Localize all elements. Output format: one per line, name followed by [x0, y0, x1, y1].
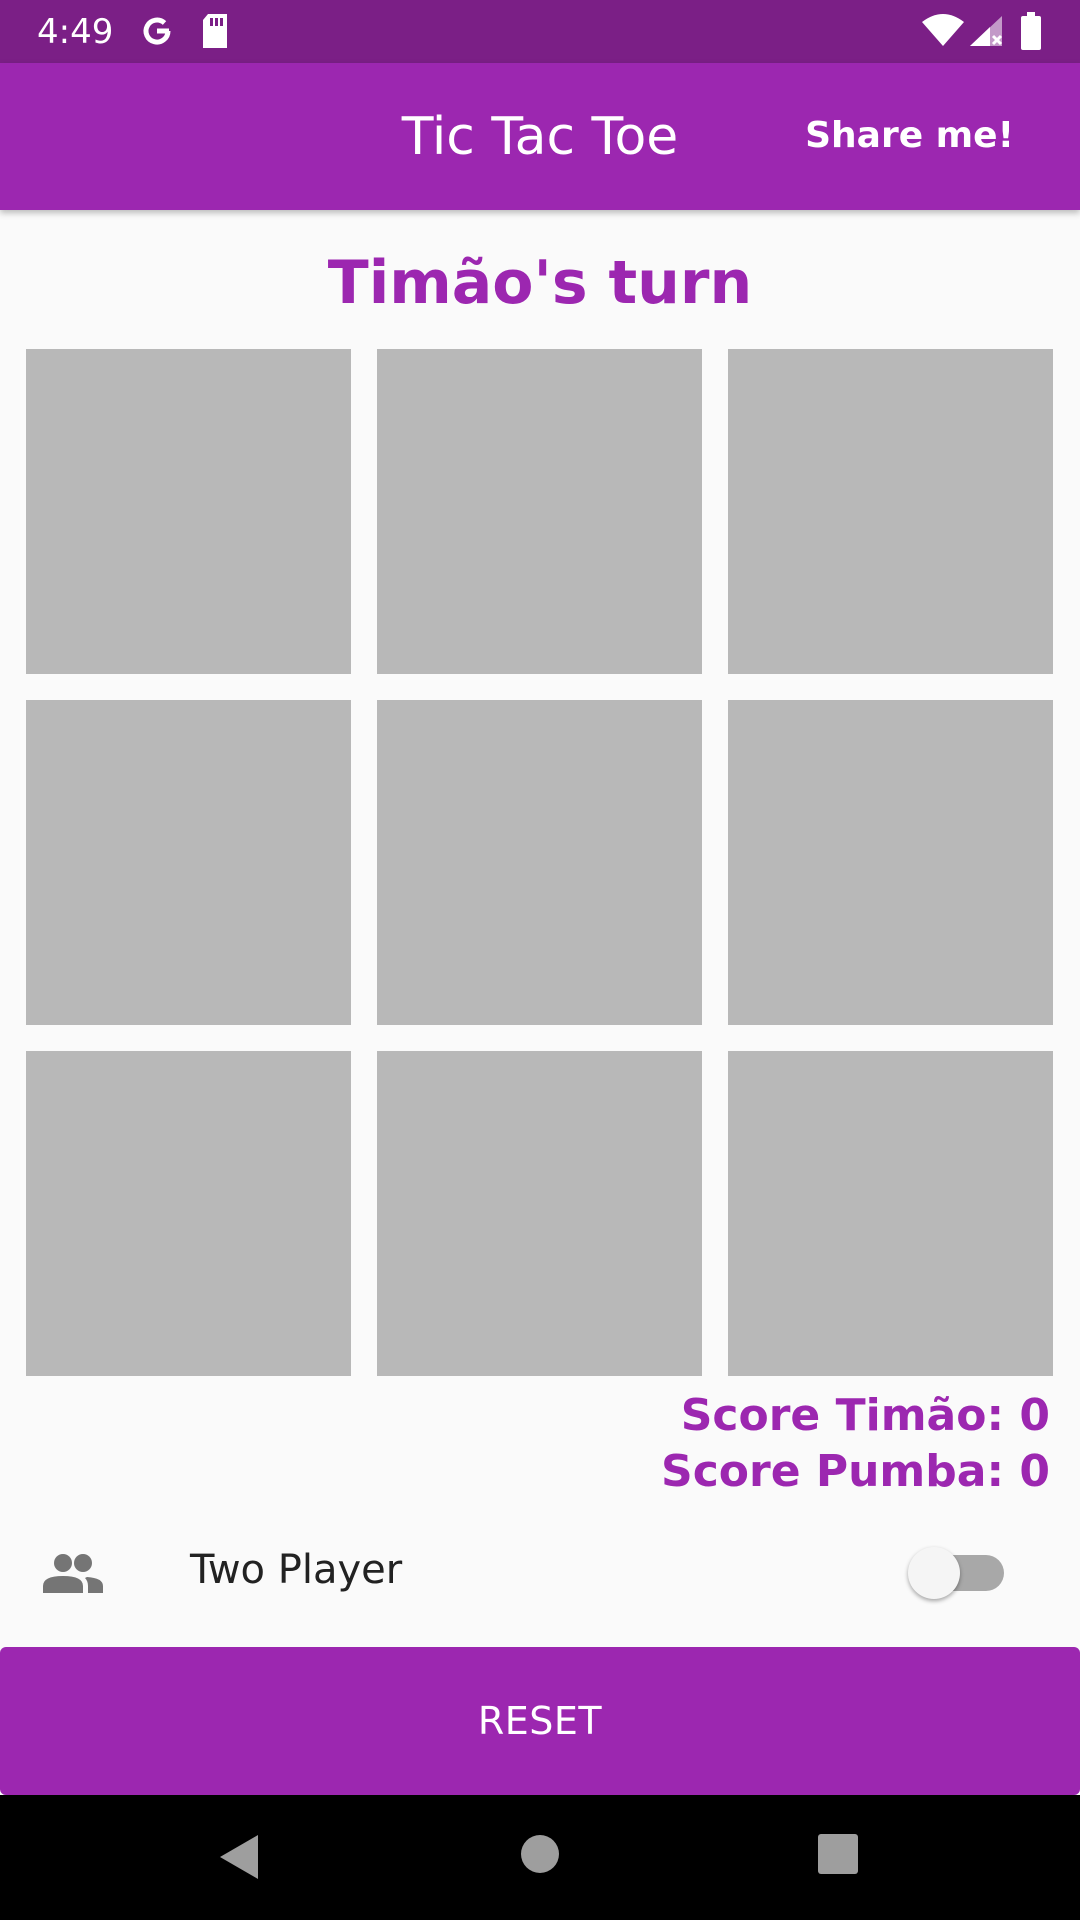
turn-indicator: Timão's turn	[327, 248, 753, 318]
app-bar: Tic Tac Toe Share me!	[0, 63, 1080, 210]
back-icon[interactable]	[218, 1833, 260, 1886]
score-player-one: Score Timão: 0	[680, 1390, 1050, 1441]
navigation-bar	[0, 1795, 1080, 1920]
google-g-icon	[138, 12, 176, 55]
share-button[interactable]: Share me!	[805, 115, 1014, 156]
score-player-two: Score Pumba: 0	[661, 1446, 1050, 1497]
two-player-switch[interactable]	[908, 1545, 1008, 1601]
board-cell-9[interactable]	[728, 1051, 1053, 1376]
game-board	[26, 349, 1054, 1377]
wifi-icon	[920, 14, 966, 53]
board-cell-7[interactable]	[26, 1051, 351, 1376]
battery-icon	[1020, 12, 1042, 55]
sd-card-icon	[200, 12, 230, 55]
recents-icon[interactable]	[817, 1833, 859, 1880]
board-cell-4[interactable]	[26, 700, 351, 1025]
status-time: 4:49	[37, 12, 114, 52]
board-cell-5[interactable]	[377, 700, 702, 1025]
reset-button[interactable]: RESET	[0, 1647, 1080, 1795]
board-cell-6[interactable]	[728, 700, 1053, 1025]
signal-no-data-icon	[968, 14, 1004, 53]
two-player-label: Two Player	[190, 1547, 403, 1593]
switch-thumb	[908, 1547, 960, 1599]
home-icon[interactable]	[519, 1833, 561, 1880]
board-cell-8[interactable]	[377, 1051, 702, 1376]
people-icon	[42, 1553, 104, 1598]
board-cell-1[interactable]	[26, 349, 351, 674]
board-cell-2[interactable]	[377, 349, 702, 674]
board-cell-3[interactable]	[728, 349, 1053, 674]
two-player-row: Two Player	[0, 1525, 1080, 1621]
status-bar: 4:49	[0, 0, 1080, 63]
